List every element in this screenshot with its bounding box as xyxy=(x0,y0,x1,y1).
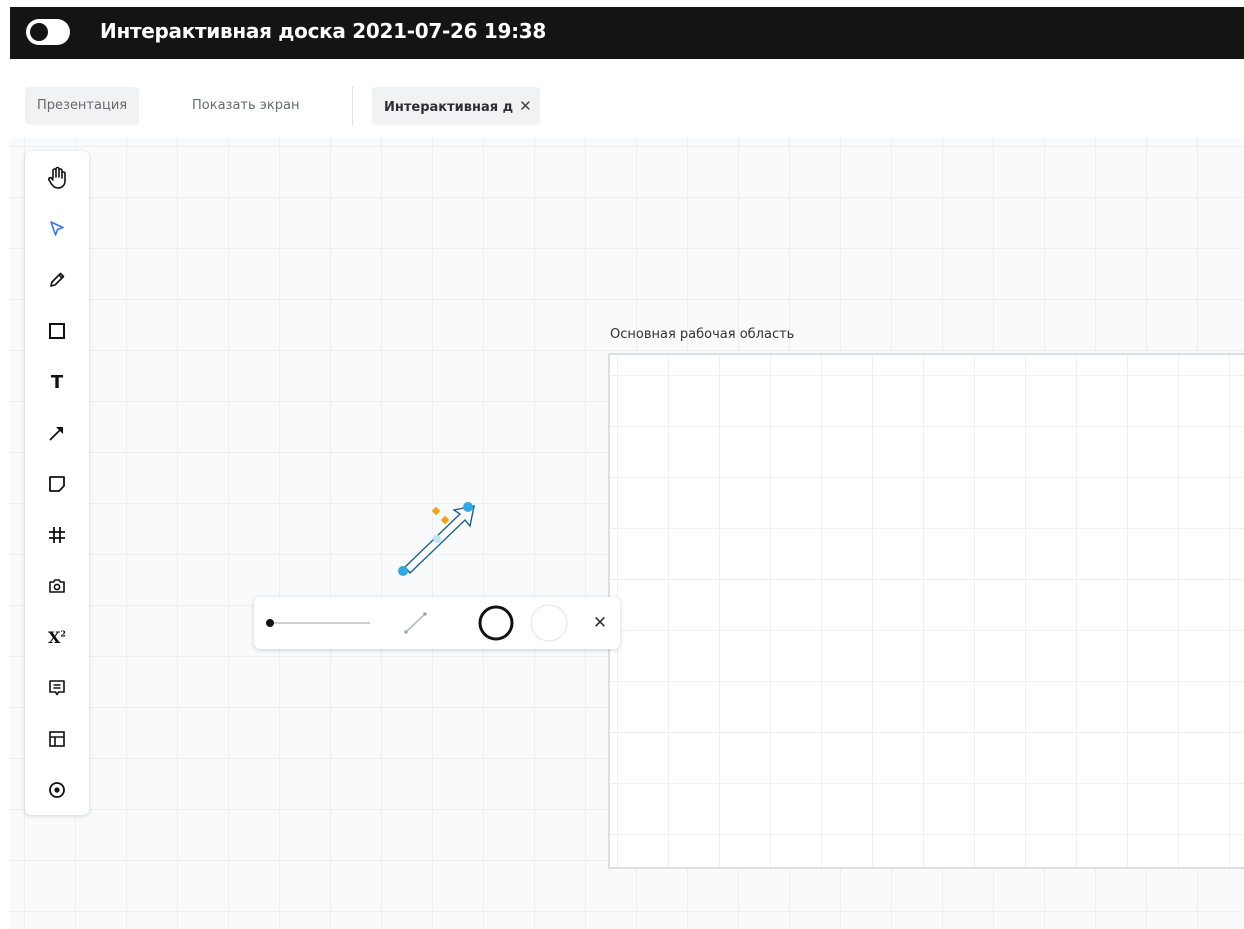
theme-toggle[interactable] xyxy=(26,19,70,45)
select-tool[interactable] xyxy=(25,207,89,251)
arrow-mid-handle xyxy=(433,535,441,543)
arrow-style-popup: ✕ xyxy=(254,597,620,649)
formula-icon: X2 xyxy=(48,628,66,647)
tab-close-icon[interactable]: ✕ xyxy=(519,87,532,125)
arrow-head-handle-2 xyxy=(440,515,450,525)
formula-icon-sup: 2 xyxy=(60,628,66,639)
tab-share-screen[interactable]: Показать экран xyxy=(180,87,312,125)
arrow-end-handle xyxy=(463,502,473,512)
frame-tool[interactable] xyxy=(25,513,89,557)
stroke-color-button[interactable] xyxy=(478,605,514,641)
tab-divider xyxy=(352,86,353,126)
line-style-button[interactable] xyxy=(400,608,430,638)
pencil-icon xyxy=(50,272,65,287)
text-icon: T xyxy=(50,371,64,393)
layout-tool[interactable] xyxy=(25,717,89,761)
formula-tool[interactable]: X2 xyxy=(25,615,89,659)
frame-grid-icon xyxy=(49,527,65,543)
popup-close-icon[interactable]: ✕ xyxy=(588,611,612,635)
camera-icon xyxy=(49,579,65,593)
tab-presentation-label: Презентация xyxy=(37,98,128,113)
comment-tool[interactable] xyxy=(25,666,89,710)
stroke-color-circle-icon xyxy=(478,605,514,641)
slider-knob xyxy=(266,619,274,627)
hand-icon xyxy=(48,166,66,189)
stroke-width-slider[interactable] xyxy=(264,609,372,637)
tab-whiteboard[interactable]: Интерактивная д ✕ xyxy=(372,87,540,125)
window-title: Интерактивная доска 2021-07-26 19:38 xyxy=(100,19,547,43)
frame-label[interactable]: Основная рабочая область xyxy=(610,327,794,342)
camera-tool[interactable] xyxy=(25,564,89,608)
main-work-area-frame[interactable] xyxy=(608,353,1244,869)
whiteboard-canvas[interactable]: Основная рабочая область xyxy=(10,138,1244,929)
selected-arrow-shape[interactable] xyxy=(390,490,500,590)
comment-icon xyxy=(49,680,65,696)
sticky-note-tool[interactable] xyxy=(25,462,89,506)
laser-pointer-tool[interactable] xyxy=(25,768,89,812)
fill-color-button[interactable] xyxy=(529,603,569,643)
rectangle-icon xyxy=(49,323,65,339)
tab-share-screen-label: Показать экран xyxy=(192,98,300,113)
arrow-tool[interactable] xyxy=(25,411,89,455)
sticky-note-icon xyxy=(49,476,65,492)
formula-icon-base: X xyxy=(48,627,61,647)
arrow-icon xyxy=(49,427,63,441)
fill-color-circle-icon xyxy=(530,604,568,642)
arrow-start-handle xyxy=(398,566,408,576)
rectangle-tool[interactable] xyxy=(25,309,89,353)
tab-bar: Презентация Показать экран Интерактивная… xyxy=(10,72,1244,138)
pencil-tool[interactable] xyxy=(25,258,89,302)
laser-pointer-icon xyxy=(49,782,65,798)
text-tool[interactable]: T xyxy=(25,360,89,404)
tab-presentation[interactable]: Презентация xyxy=(25,87,140,125)
hand-tool[interactable] xyxy=(25,156,89,200)
tab-whiteboard-label: Интерактивная д xyxy=(384,100,514,115)
stroke-width-slider-track xyxy=(266,619,370,627)
left-toolbar: T X2 xyxy=(25,151,89,815)
whiteboard-app: Интерактивная доска 2021-07-26 19:38 Пре… xyxy=(0,0,1244,929)
title-bar: Интерактивная доска 2021-07-26 19:38 xyxy=(10,7,1244,59)
select-pointer-icon xyxy=(50,221,64,236)
layout-template-icon xyxy=(49,731,65,747)
line-style-icon xyxy=(404,612,427,634)
arrow-head-handle-1 xyxy=(431,506,441,516)
toggle-knob xyxy=(30,23,48,41)
